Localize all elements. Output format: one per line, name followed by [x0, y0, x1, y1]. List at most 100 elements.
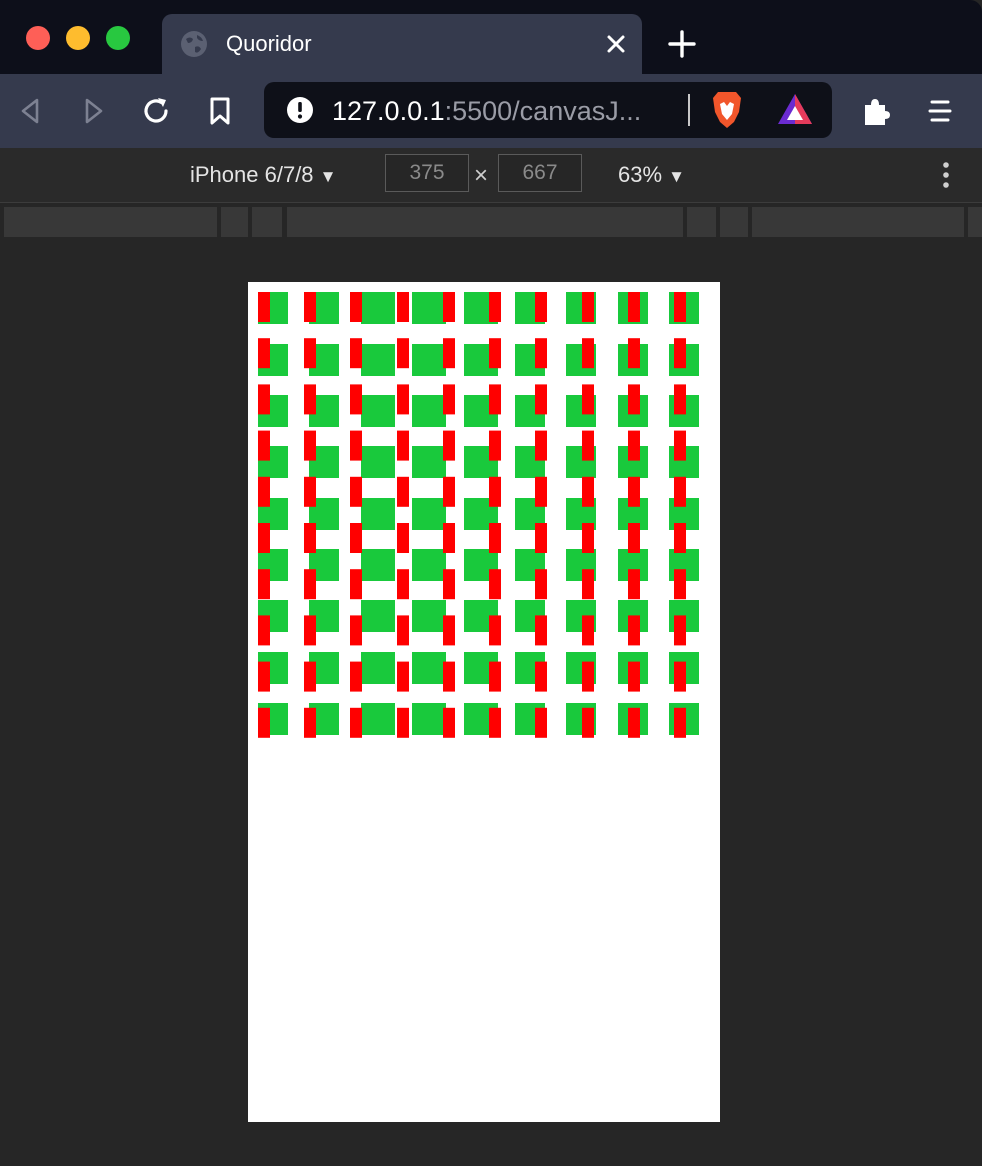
wall-slot[interactable] — [582, 384, 594, 415]
wall-slot[interactable] — [443, 569, 455, 600]
wall-slot[interactable] — [350, 661, 362, 692]
media-query-bar[interactable] — [687, 207, 716, 237]
wall-slot[interactable] — [489, 523, 501, 553]
wall-slot[interactable] — [304, 569, 316, 600]
wall-slot[interactable] — [304, 661, 316, 692]
wall-slot[interactable] — [443, 476, 455, 507]
wall-slot[interactable] — [304, 384, 316, 415]
wall-slot[interactable] — [535, 292, 547, 322]
media-query-bar[interactable] — [4, 207, 217, 237]
wall-slot[interactable] — [258, 661, 270, 692]
wall-slot[interactable] — [582, 338, 594, 369]
wall-slot[interactable] — [258, 338, 270, 369]
bookmark-icon[interactable] — [203, 94, 237, 128]
forward-arrow-icon[interactable] — [76, 94, 110, 128]
wall-slot[interactable] — [535, 476, 547, 507]
wall-slot[interactable] — [628, 292, 640, 322]
wall-slot[interactable] — [443, 292, 455, 322]
wall-slot[interactable] — [397, 523, 409, 553]
board-cell[interactable] — [361, 549, 395, 581]
board-cell[interactable] — [412, 652, 446, 684]
url-text[interactable]: 127.0.0.1:5500/canvasJ... — [332, 96, 641, 126]
wall-slot[interactable] — [535, 569, 547, 600]
wall-slot[interactable] — [535, 707, 547, 738]
board-cell[interactable] — [361, 292, 395, 324]
wall-slot[interactable] — [258, 430, 270, 461]
wall-slot[interactable] — [674, 384, 686, 415]
wall-slot[interactable] — [304, 430, 316, 461]
wall-slot[interactable] — [674, 292, 686, 322]
wall-slot[interactable] — [304, 292, 316, 322]
wall-slot[interactable] — [443, 615, 455, 646]
wall-slot[interactable] — [489, 569, 501, 600]
wall-slot[interactable] — [443, 523, 455, 553]
address-bar[interactable]: 127.0.0.1:5500/canvasJ... — [264, 82, 832, 138]
wall-slot[interactable] — [582, 476, 594, 507]
wall-slot[interactable] — [304, 476, 316, 507]
board-cell[interactable] — [412, 600, 446, 632]
board-cell[interactable] — [412, 344, 446, 376]
wall-slot[interactable] — [582, 615, 594, 646]
wall-slot[interactable] — [397, 569, 409, 600]
wall-slot[interactable] — [489, 661, 501, 692]
wall-slot[interactable] — [443, 661, 455, 692]
wall-slot[interactable] — [258, 476, 270, 507]
width-input[interactable]: 375 — [385, 154, 469, 192]
wall-slot[interactable] — [350, 292, 362, 322]
wall-slot[interactable] — [397, 338, 409, 369]
wall-slot[interactable] — [628, 430, 640, 461]
wall-slot[interactable] — [350, 384, 362, 415]
wall-slot[interactable] — [350, 707, 362, 738]
board-cell[interactable] — [361, 652, 395, 684]
wall-slot[interactable] — [397, 661, 409, 692]
height-input[interactable]: 667 — [498, 154, 582, 192]
wall-slot[interactable] — [350, 569, 362, 600]
rewards-triangle-icon[interactable] — [776, 92, 814, 126]
board-cell[interactable] — [412, 395, 446, 427]
wall-slot[interactable] — [674, 569, 686, 600]
wall-slot[interactable] — [350, 615, 362, 646]
more-options-icon[interactable] — [936, 160, 956, 190]
wall-slot[interactable] — [489, 430, 501, 461]
wall-slot[interactable] — [489, 338, 501, 369]
wall-slot[interactable] — [304, 338, 316, 369]
wall-slot[interactable] — [535, 615, 547, 646]
window-maximize-button[interactable] — [106, 26, 130, 50]
wall-slot[interactable] — [628, 569, 640, 600]
wall-slot[interactable] — [628, 384, 640, 415]
wall-slot[interactable] — [535, 661, 547, 692]
wall-slot[interactable] — [443, 384, 455, 415]
wall-slot[interactable] — [397, 707, 409, 738]
board-cell[interactable] — [361, 703, 395, 735]
wall-slot[interactable] — [258, 523, 270, 553]
wall-slot[interactable] — [304, 615, 316, 646]
wall-slot[interactable] — [535, 523, 547, 553]
hamburger-menu-icon[interactable] — [923, 94, 957, 128]
wall-slot[interactable] — [258, 569, 270, 600]
board-cell[interactable] — [361, 344, 395, 376]
wall-slot[interactable] — [350, 430, 362, 461]
wall-slot[interactable] — [535, 384, 547, 415]
wall-slot[interactable] — [674, 661, 686, 692]
wall-slot[interactable] — [304, 523, 316, 553]
board-cell[interactable] — [361, 600, 395, 632]
window-minimize-button[interactable] — [66, 26, 90, 50]
brave-lion-icon[interactable] — [710, 90, 744, 130]
close-icon[interactable] — [602, 30, 630, 58]
plus-icon[interactable] — [666, 28, 698, 60]
wall-slot[interactable] — [489, 384, 501, 415]
info-icon[interactable] — [286, 96, 314, 124]
wall-slot[interactable] — [628, 476, 640, 507]
wall-slot[interactable] — [443, 430, 455, 461]
wall-slot[interactable] — [674, 707, 686, 738]
wall-slot[interactable] — [258, 384, 270, 415]
wall-slot[interactable] — [304, 707, 316, 738]
board-cell[interactable] — [412, 292, 446, 324]
wall-slot[interactable] — [443, 338, 455, 369]
wall-slot[interactable] — [674, 523, 686, 553]
board-cell[interactable] — [412, 549, 446, 581]
wall-slot[interactable] — [350, 523, 362, 553]
wall-slot[interactable] — [674, 430, 686, 461]
wall-slot[interactable] — [628, 338, 640, 369]
board-cell[interactable] — [412, 703, 446, 735]
